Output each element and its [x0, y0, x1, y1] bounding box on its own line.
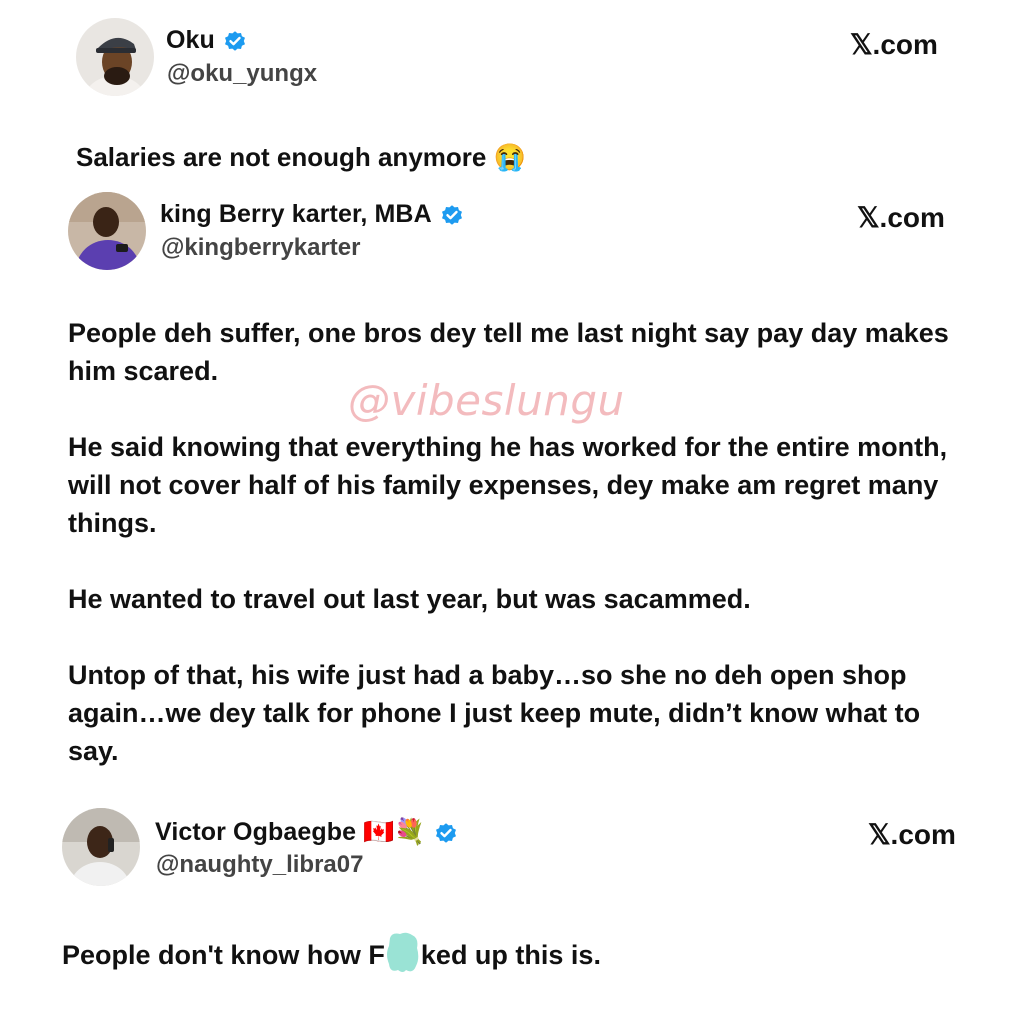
man-on-phone-avatar-icon: [62, 808, 140, 886]
verified-badge-icon: [224, 30, 245, 51]
x-com-label: 𝕏.com: [857, 202, 945, 233]
user-handle[interactable]: @oku_yungx: [167, 60, 317, 88]
watermark: @vibeslungu: [348, 376, 625, 425]
tweet-text-after: ked up this is.: [420, 940, 601, 970]
man-with-cap-avatar-icon: [76, 18, 154, 96]
censor-blotch-icon: [386, 932, 419, 972]
avatar[interactable]: [62, 808, 140, 886]
x-com-label: 𝕏.com: [868, 819, 956, 850]
tweet-text-before: People don't know how F: [62, 940, 385, 970]
x-com-label: 𝕏.com: [850, 29, 938, 60]
avatar[interactable]: [68, 192, 146, 270]
tweet-paragraph: He wanted to travel out last year, but w…: [68, 584, 751, 614]
tweet-paragraph: Untop of that, his wife just had a baby……: [68, 660, 921, 766]
avatar[interactable]: [76, 18, 154, 96]
tweet-text-content: Salaries are not enough anymore 😭: [76, 142, 526, 172]
man-in-purple-avatar-icon: [68, 192, 146, 270]
verified-badge-icon: [435, 822, 456, 843]
tweet-text: Salaries are not enough anymore 😭: [76, 138, 526, 176]
verified-badge-icon: [441, 204, 462, 225]
display-name[interactable]: king Berry karter, MBA: [160, 200, 432, 229]
tweet-paragraph: He said knowing that everything he has w…: [68, 432, 948, 538]
tweet-text: People don't know how F ked up this is.: [62, 932, 601, 974]
user-handle[interactable]: @naughty_libra07: [156, 851, 363, 879]
user-handle[interactable]: @kingberrykarter: [161, 234, 361, 262]
display-name[interactable]: Victor Ogbaegbe 🇨🇦💐: [155, 818, 426, 847]
display-name[interactable]: Oku: [166, 26, 215, 55]
